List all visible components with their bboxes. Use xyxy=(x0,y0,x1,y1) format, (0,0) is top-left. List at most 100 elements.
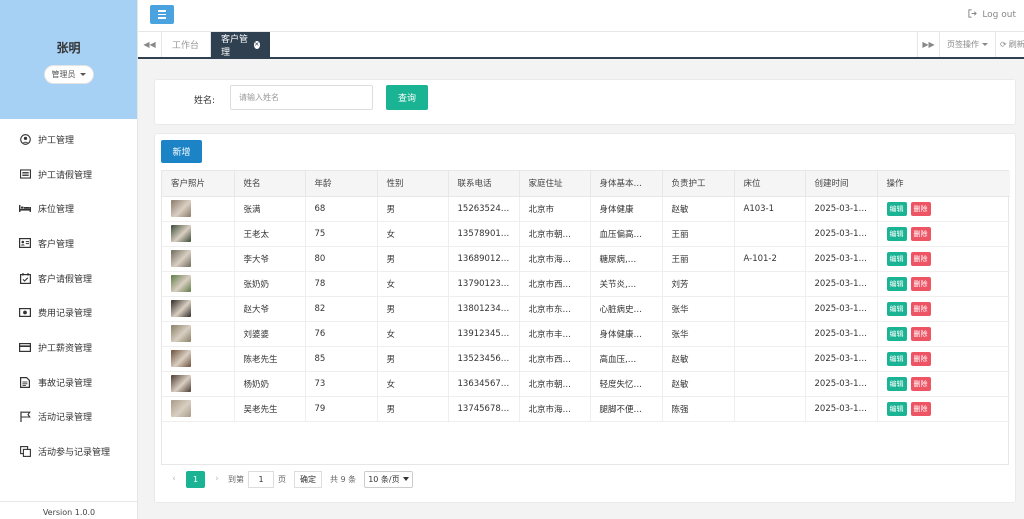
cell-nurse: 张华 xyxy=(662,296,735,322)
customer-photo xyxy=(171,200,191,217)
cell-phone: 13578901… xyxy=(448,221,520,247)
delete-button[interactable]: 删除 xyxy=(910,226,931,241)
next-page-icon[interactable]: › xyxy=(210,474,224,484)
sidebar-item-accident[interactable]: 事故记录管理 xyxy=(0,365,137,400)
menu-toggle-button[interactable] xyxy=(150,5,174,24)
sidebar-item-label: 活动记录管理 xyxy=(38,413,93,424)
logout-button[interactable]: Log out xyxy=(968,9,1016,21)
cell-bed xyxy=(734,271,806,297)
tabs-scroll-left-button[interactable]: ◀◀ xyxy=(138,32,162,57)
prev-page-icon[interactable]: ‹ xyxy=(167,474,181,484)
cell-age: 76 xyxy=(305,321,378,347)
goto-page-input[interactable] xyxy=(248,470,274,488)
table-row: 张奶奶 78 女 13790123… 北京市西… 关节炎,… 刘芳 2025-03-1… 编辑删… xyxy=(162,271,1010,297)
query-button[interactable]: 查询 xyxy=(386,85,428,110)
delete-button[interactable]: 删除 xyxy=(910,351,931,366)
cell-age: 85 xyxy=(305,346,378,372)
sidebar-item-salary[interactable]: 护工薪资管理 xyxy=(0,330,137,365)
bed-icon xyxy=(19,203,31,215)
close-icon[interactable]: ✕ xyxy=(253,40,260,49)
delete-button[interactable]: 删除 xyxy=(910,376,931,391)
edit-button[interactable]: 编辑 xyxy=(886,351,907,366)
sidebar-item-customer[interactable]: 客户管理 xyxy=(0,226,137,261)
caret-down-icon xyxy=(982,43,988,46)
sidebar-item-fee[interactable]: 费用记录管理 xyxy=(0,295,137,330)
page-tabs-bar: ◀◀ 工作台 客户管理 ✕ ▶▶ 页签操作 ⟳ 刷新 xyxy=(138,32,1024,59)
sidebar-item-bed[interactable]: 床位管理 xyxy=(0,191,137,226)
caret-down-icon xyxy=(402,477,409,481)
cell-phone: 13912345… xyxy=(448,321,520,347)
sidebar-item-nurse[interactable]: 护工管理 xyxy=(0,122,137,157)
edit-button[interactable]: 编辑 xyxy=(886,226,907,241)
edit-button[interactable]: 编辑 xyxy=(886,276,907,291)
delete-button[interactable]: 删除 xyxy=(910,251,931,266)
tab-workbench[interactable]: 工作台 xyxy=(162,32,211,57)
add-customer-button[interactable]: 新增 xyxy=(161,140,202,163)
delete-button[interactable]: 删除 xyxy=(910,276,931,291)
user-profile: 张明 管理员 xyxy=(0,0,137,119)
refresh-button[interactable]: ⟳ 刷新 xyxy=(995,32,1024,57)
column-header: 客户照片 xyxy=(162,171,235,197)
user-name: 张明 xyxy=(56,41,81,55)
delete-button[interactable]: 删除 xyxy=(910,201,931,216)
cell-health: 血压偏高… xyxy=(590,221,663,247)
total-count: 共 9 条 xyxy=(330,474,357,484)
page-size-select[interactable]: 10 条/页 xyxy=(364,470,413,488)
tab-operations-dropdown[interactable]: 页签操作 xyxy=(939,32,995,57)
cell-nurse: 张华 xyxy=(662,321,735,347)
cell-name: 王老太 xyxy=(234,221,306,247)
tab-label: 工作台 xyxy=(172,41,200,51)
tabs-scroll-right-button[interactable]: ▶▶ xyxy=(917,32,939,57)
column-header: 年龄 xyxy=(305,171,378,197)
cell-photo xyxy=(162,246,235,272)
delete-button[interactable]: 删除 xyxy=(910,326,931,341)
page-size-value: 10 条/页 xyxy=(368,474,400,484)
cell-bed xyxy=(734,321,806,347)
logout-label: Log out xyxy=(982,10,1016,20)
cell-actions: 编辑 删除 xyxy=(877,371,1010,397)
tab-customer-management[interactable]: 客户管理 ✕ xyxy=(211,32,270,58)
name-search-input[interactable] xyxy=(230,85,373,110)
cell-phone: 13634567… xyxy=(448,371,520,397)
sidebar-item-activity[interactable]: 活动记录管理 xyxy=(0,400,137,435)
sidebar-item-customer-leave[interactable]: 客户请假管理 xyxy=(0,261,137,296)
caret-down-icon xyxy=(79,73,86,76)
sidebar-item-label: 客户请假管理 xyxy=(38,274,93,285)
page-number-current[interactable]: 1 xyxy=(186,470,205,488)
customer-table: 客户照片 姓名 年龄 性别 联系电话 家庭住址 身体基本… 负责护工 床位 创建… xyxy=(162,171,1010,422)
edit-button[interactable]: 编辑 xyxy=(886,401,907,416)
sidebar-item-nurse-leave[interactable]: 护工请假管理 xyxy=(0,157,137,192)
sidebar-menu: 护工管理 护工请假管理 床位管理 客户管理 客户请假管理 费用记录管理 护工薪资… xyxy=(0,122,137,469)
goto-confirm-button[interactable]: 确定 xyxy=(294,470,322,488)
cell-photo xyxy=(162,346,235,372)
sidebar-item-label: 活动参与记录管理 xyxy=(38,448,111,459)
tab-operations-label: 页签操作 xyxy=(947,40,979,49)
money-icon xyxy=(19,307,31,319)
cell-health: 关节炎,… xyxy=(590,271,663,297)
delete-button[interactable]: 删除 xyxy=(910,401,931,416)
cell-created: 2025-03-1… xyxy=(805,321,878,347)
edit-button[interactable]: 编辑 xyxy=(886,376,907,391)
role-dropdown[interactable]: 管理员 xyxy=(43,65,94,84)
customer-table-wrapper: 客户照片 姓名 年龄 性别 联系电话 家庭住址 身体基本… 负责护工 床位 创建… xyxy=(161,170,1010,465)
sidebar-item-label: 护工管理 xyxy=(38,135,75,146)
cell-address: 北京市海… xyxy=(519,396,591,422)
table-row: 刘婆婆 76 女 13912345… 北京市丰… 身体健康… 张华 2025-03-1… 编辑删… xyxy=(162,321,1010,347)
sidebar-item-activity-participation[interactable]: 活动参与记录管理 xyxy=(0,434,137,469)
cell-address: 北京市东… xyxy=(519,296,591,322)
cell-nurse: 陈强 xyxy=(662,396,735,422)
cell-bed: A-101-2 xyxy=(734,246,806,272)
role-label: 管理员 xyxy=(51,70,76,79)
edit-button[interactable]: 编辑 xyxy=(886,201,907,216)
cell-gender: 男 xyxy=(377,396,449,422)
sidebar-item-label: 护工请假管理 xyxy=(38,170,93,181)
table-row: 李大爷 80 男 13689012… 北京市海… 糖尿病,… 王丽 A-101-2 2025-0… xyxy=(162,246,1010,272)
edit-button[interactable]: 编辑 xyxy=(886,251,907,266)
hamburger-icon-line xyxy=(158,17,166,19)
edit-button[interactable]: 编辑 xyxy=(886,301,907,316)
id-card-icon xyxy=(19,237,31,249)
edit-button[interactable]: 编辑 xyxy=(886,326,907,341)
copy-icon xyxy=(19,446,31,458)
delete-button[interactable]: 删除 xyxy=(910,301,931,316)
cell-health: 身体健康… xyxy=(590,321,663,347)
